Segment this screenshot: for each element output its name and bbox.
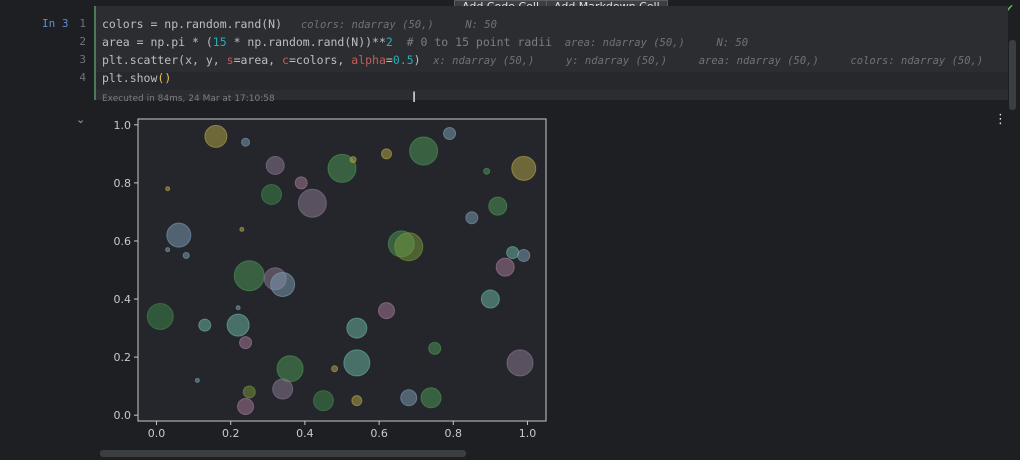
scatter-point bbox=[237, 397, 255, 415]
scatter-chart: 0.0 0.2 0.4 0.6 0.8 1.0 0.0 0.2 0.4 0.6 0.8 1.0 bbox=[114, 118, 547, 440]
code-token: 2 bbox=[385, 35, 393, 49]
vertical-scrollbar[interactable] bbox=[1009, 40, 1016, 110]
code-token: ) bbox=[413, 53, 421, 67]
text-cursor-icon: I bbox=[412, 90, 417, 106]
cell-status-bar bbox=[94, 6, 96, 100]
y-tick-label: 0.8 bbox=[114, 177, 132, 190]
scatter-point bbox=[239, 226, 245, 232]
scatter-point bbox=[378, 302, 396, 320]
scatter-point bbox=[480, 289, 500, 309]
code-line[interactable]: colors = np.random.rand(N) colors: ndarr… bbox=[102, 17, 497, 31]
code-token: c bbox=[282, 53, 289, 67]
scatter-point bbox=[239, 336, 253, 350]
scatter-point bbox=[165, 186, 171, 192]
code-token: =area, bbox=[233, 53, 283, 67]
line-number: 4 bbox=[79, 71, 86, 84]
scatter-point bbox=[312, 390, 334, 412]
x-tick-label: 0.8 bbox=[445, 427, 463, 440]
code-token: area = np.pi * ( bbox=[102, 35, 213, 49]
scatter-point bbox=[346, 317, 368, 339]
code-token: 15 bbox=[212, 35, 227, 49]
code-token: s bbox=[226, 53, 234, 67]
x-tick-label: 0.0 bbox=[148, 427, 166, 440]
line-number: 3 bbox=[79, 53, 86, 66]
scatter-point bbox=[428, 341, 442, 355]
code-line[interactable]: plt.scatter(x, y, s=area, c=colors, alph… bbox=[102, 53, 983, 67]
x-tick-label: 0.4 bbox=[296, 427, 314, 440]
scatter-point bbox=[265, 155, 285, 175]
scatter-point bbox=[226, 313, 250, 337]
scatter-point bbox=[297, 188, 327, 218]
current-line-highlight bbox=[96, 72, 1008, 90]
scatter-point bbox=[233, 260, 265, 292]
scatter-point bbox=[465, 211, 479, 225]
scatter-point bbox=[182, 251, 190, 259]
scatter-point bbox=[276, 355, 304, 383]
scatter-point bbox=[488, 196, 508, 216]
scatter-point bbox=[343, 349, 371, 377]
scatter-point bbox=[235, 305, 241, 311]
cell-execution-label: In 3 bbox=[42, 17, 69, 30]
code-token: # 0 to 15 point radii bbox=[392, 35, 553, 49]
scatter-point bbox=[261, 184, 283, 205]
scatter-plot-output: 0.0 0.2 0.4 0.6 0.8 1.0 0.0 0.2 0.4 0.6 0.8 1.0 bbox=[100, 110, 560, 452]
scatter-point bbox=[166, 222, 192, 248]
scatter-point bbox=[400, 389, 418, 407]
scatter-point bbox=[204, 124, 228, 148]
x-tick-label: 0.2 bbox=[222, 427, 240, 440]
code-token: = bbox=[385, 53, 393, 67]
code-token: colors = np.random.rand(N) bbox=[102, 17, 283, 31]
scatter-point bbox=[381, 148, 393, 160]
inlay-hint: area: ndarray (50,) N: 50 bbox=[552, 37, 749, 49]
execution-status: Executed in 84ms, 24 Mar at 17:10:58 bbox=[102, 94, 275, 104]
code-token: plt.show bbox=[102, 71, 158, 85]
y-tick-label: 0.2 bbox=[114, 351, 132, 364]
line-number: 2 bbox=[79, 35, 86, 48]
code-line[interactable]: area = np.pi * (15 * np.random.rand(N))*… bbox=[102, 35, 748, 49]
scatter-point bbox=[241, 137, 251, 147]
chevron-down-icon[interactable]: ⌄ bbox=[76, 113, 85, 126]
horizontal-scrollbar[interactable] bbox=[100, 450, 466, 457]
scatter-point bbox=[394, 232, 424, 262]
scatter-point bbox=[420, 387, 442, 409]
code-token: alpha bbox=[351, 53, 386, 67]
scatter-point bbox=[517, 248, 531, 262]
scatter-point bbox=[294, 176, 308, 190]
code-token: () bbox=[157, 71, 172, 85]
y-tick-label: 1.0 bbox=[114, 119, 132, 132]
scatter-point bbox=[443, 127, 457, 141]
scatter-point bbox=[242, 385, 256, 399]
code-token: plt.scatter(x, y, bbox=[102, 53, 227, 67]
scatter-point bbox=[483, 167, 491, 175]
scatter-point bbox=[349, 156, 357, 164]
x-tick-label: 0.6 bbox=[370, 427, 388, 440]
more-options-icon[interactable]: ⋮ bbox=[994, 113, 1007, 126]
scatter-point bbox=[506, 349, 534, 377]
code-token: 0.5 bbox=[392, 53, 414, 67]
scatter-point bbox=[194, 377, 200, 383]
y-tick-label: 0.0 bbox=[114, 409, 132, 422]
inlay-hint: x: ndarray (50,) y: ndarray (50,) area: … bbox=[420, 55, 984, 67]
x-tick-label: 1.0 bbox=[519, 427, 537, 440]
scatter-point bbox=[506, 246, 520, 260]
code-line[interactable]: plt.show() bbox=[102, 71, 171, 85]
code-token: =colors, bbox=[288, 53, 352, 67]
code-cell[interactable]: In 3 1 2 3 4 colors = np.random.rand(N) col… bbox=[0, 6, 1008, 106]
scatter-point bbox=[165, 247, 171, 253]
scatter-point bbox=[331, 365, 339, 373]
scatter-point bbox=[351, 395, 363, 407]
scatter-point bbox=[409, 136, 439, 166]
scatter-point bbox=[511, 155, 537, 181]
scatter-point bbox=[198, 318, 212, 332]
line-number: 1 bbox=[79, 17, 86, 30]
scatter-point bbox=[270, 272, 296, 298]
inlay-hint: colors: ndarray (50,) N: 50 bbox=[282, 19, 497, 31]
y-tick-label: 0.6 bbox=[114, 235, 132, 248]
scatter-point bbox=[495, 257, 515, 277]
code-token: * np.random.rand(N))** bbox=[226, 35, 386, 49]
y-tick-label: 0.4 bbox=[114, 293, 132, 306]
scatter-point bbox=[272, 378, 294, 400]
scatter-point bbox=[146, 302, 174, 330]
